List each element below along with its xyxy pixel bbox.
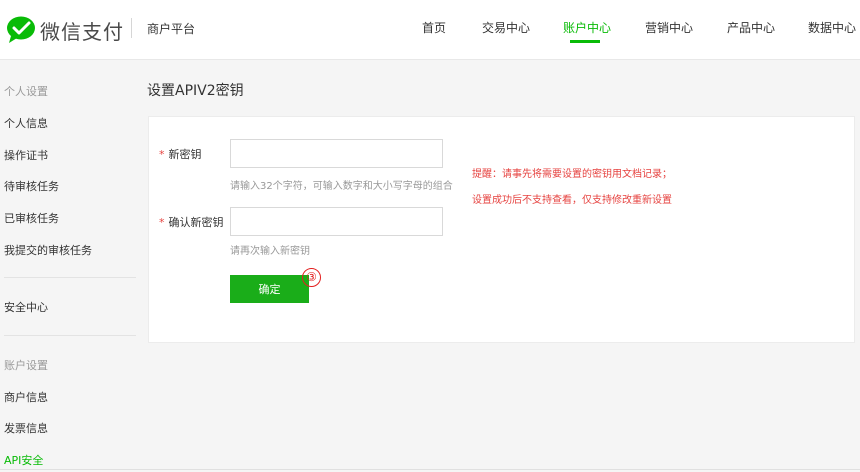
logo-divider	[131, 18, 132, 38]
platform-name: 商户平台	[147, 22, 196, 36]
required-mark: *	[159, 148, 165, 161]
sidebar-item-invoice-info[interactable]: 发票信息	[4, 420, 48, 436]
sidebar-item-security-center[interactable]: 安全中心	[4, 299, 48, 315]
sidebar-item-pending-tasks[interactable]: 待审核任务	[4, 178, 59, 194]
nav-home[interactable]: 首页	[422, 19, 446, 36]
confirm-button[interactable]: 确定	[230, 275, 309, 303]
confirm-key-hint: 请再次输入新密钥	[230, 246, 310, 257]
sidebar-item-personal-info[interactable]: 个人信息	[4, 115, 48, 131]
sidebar: 个人设置 个人信息 操作证书 待审核任务 已审核任务 我提交的审核任务 安全中心…	[0, 61, 140, 472]
confirm-key-label: * 确认新密钥	[159, 216, 224, 229]
wechat-pay-logo[interactable]: 微信支付	[6, 14, 124, 46]
api-key-form-panel: * 新密钥 请输入32个字符，可输入数字和大小写字母的组合 提醒：请事先将需要设置…	[148, 116, 855, 343]
sidebar-item-certificate[interactable]: 操作证书	[4, 147, 48, 163]
sidebar-item-reviewed-tasks[interactable]: 已审核任务	[4, 210, 59, 226]
nav-trade-center[interactable]: 交易中心	[482, 19, 530, 36]
wechat-pay-icon	[7, 16, 35, 43]
nav-account-center[interactable]: 账户中心	[563, 19, 611, 36]
sidebar-divider	[4, 335, 136, 336]
sidebar-item-api-security[interactable]: API安全	[4, 452, 43, 468]
nav-active-indicator	[570, 40, 600, 43]
bottom-border	[0, 469, 860, 470]
new-key-label: * 新密钥	[159, 148, 202, 161]
sidebar-item-submitted-tasks[interactable]: 我提交的审核任务	[4, 242, 92, 258]
new-key-hint: 请输入32个字符，可输入数字和大小写字母的组合	[230, 181, 453, 192]
new-key-input[interactable]	[230, 139, 443, 168]
nav-product-center[interactable]: 产品中心	[727, 19, 775, 36]
nav-marketing-center[interactable]: 营销中心	[645, 19, 693, 36]
sidebar-divider	[4, 277, 136, 278]
sidebar-group-account: 账户设置	[4, 359, 48, 372]
step-3-marker: ③	[302, 268, 321, 287]
reminder-tip-line2: 设置成功后不支持查看，仅支持修改重新设置	[472, 195, 672, 206]
sidebar-group-personal: 个人设置	[4, 85, 48, 98]
top-header: 微信支付 商户平台 首页 交易中心 账户中心 营销中心 产品中心 数据中心	[0, 0, 860, 60]
nav-data-center[interactable]: 数据中心	[808, 19, 856, 36]
page-title: 设置APIV2密钥	[147, 83, 244, 99]
logo-text: 微信支付	[40, 19, 124, 44]
sidebar-item-merchant-info[interactable]: 商户信息	[4, 389, 48, 405]
required-mark: *	[159, 216, 165, 229]
reminder-tip-line1: 提醒：请事先将需要设置的密钥用文档记录；	[472, 169, 672, 180]
confirm-key-input[interactable]	[230, 207, 443, 236]
